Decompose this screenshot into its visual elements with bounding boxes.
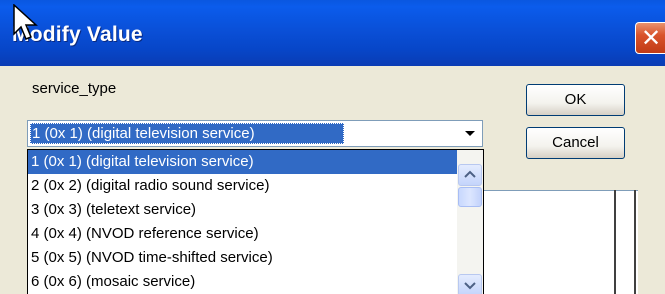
ok-button[interactable]: OK bbox=[526, 84, 625, 116]
combobox-selected-value: 1 (0x 1) (digital television service) bbox=[30, 123, 344, 144]
panel-divider bbox=[614, 190, 616, 294]
scroll-up-icon bbox=[464, 170, 476, 178]
list-item[interactable]: 1 (0x 1) (digital television service) bbox=[28, 150, 458, 174]
list-item[interactable]: 4 (0x 4) (NVOD reference service) bbox=[28, 222, 458, 246]
list-item[interactable]: 5 (0x 5) (NVOD time-shifted service) bbox=[28, 246, 458, 270]
cancel-button[interactable]: Cancel bbox=[526, 127, 625, 159]
service-type-dropdown-list[interactable]: 1 (0x 1) (digital television service) 2 … bbox=[27, 149, 484, 294]
panel-divider bbox=[634, 190, 636, 294]
modify-value-dialog: Modify Value ✕ service_type 1 (0x 1) (di… bbox=[0, 0, 665, 294]
close-icon: ✕ bbox=[641, 24, 662, 52]
service-type-combobox[interactable]: 1 (0x 1) (digital television service) bbox=[27, 120, 483, 147]
scroll-down-icon bbox=[464, 282, 476, 290]
scroll-down-button[interactable] bbox=[458, 274, 482, 294]
chevron-down-icon[interactable] bbox=[460, 123, 480, 144]
dropdown-scrollbar[interactable] bbox=[457, 150, 483, 294]
mouse-cursor-icon bbox=[13, 4, 38, 40]
list-item[interactable]: 3 (0x 3) (teletext service) bbox=[28, 198, 458, 222]
list-item[interactable]: 6 (0x 6) (mosaic service) bbox=[28, 270, 458, 294]
scroll-thumb[interactable] bbox=[458, 187, 482, 207]
title-bar[interactable]: Modify Value ✕ bbox=[0, 0, 665, 66]
field-label: service_type bbox=[32, 80, 117, 97]
close-button[interactable]: ✕ bbox=[635, 22, 665, 54]
list-item[interactable]: 2 (0x 2) (digital radio sound service) bbox=[28, 174, 458, 198]
dropdown-options: 1 (0x 1) (digital television service) 2 … bbox=[28, 150, 458, 294]
scroll-up-button[interactable] bbox=[458, 164, 482, 186]
